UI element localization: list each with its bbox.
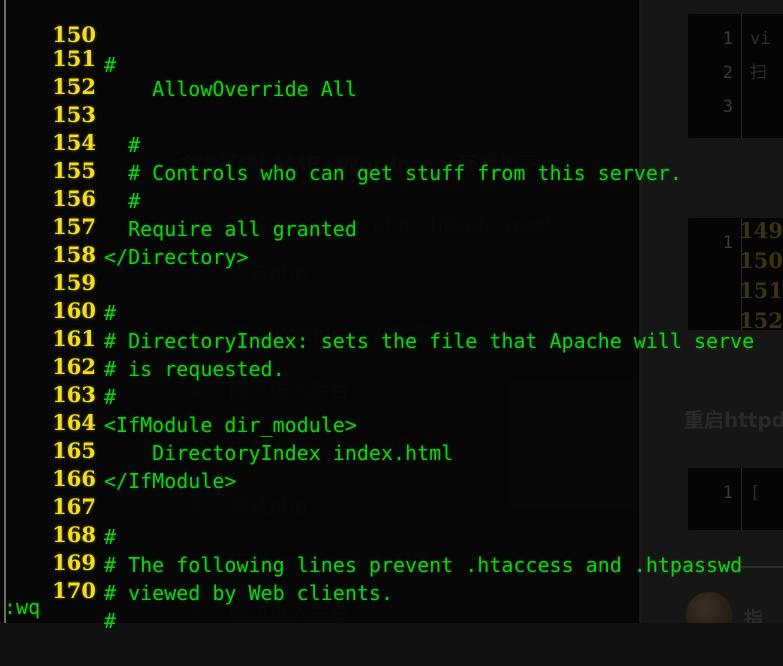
bg-code-line-number: 1 — [722, 483, 733, 503]
terminal-right-edge — [639, 0, 640, 623]
bg-avatar-label: 指 — [744, 608, 764, 623]
bg-ghost-line-numbers: 149 150 151 152 — [739, 216, 783, 336]
bg-code-block: 1 [ — [688, 468, 783, 530]
bg-code-line: 扫 — [750, 63, 767, 83]
bg-code-line-number: 1 — [722, 233, 733, 253]
bg-ghost-line-number: 149 — [739, 218, 783, 243]
bg-code-line: [ — [750, 483, 761, 503]
terminal-window[interactable] — [0, 0, 640, 623]
bg-code-body: vi 扫 — [750, 22, 783, 138]
bg-ghost-line-number: 152 — [739, 308, 783, 333]
bg-code-line: vi — [750, 29, 771, 49]
bg-ghost-line-number: 151 — [739, 278, 783, 303]
bg-divider — [740, 566, 783, 568]
bg-panel-edge-col — [640, 0, 641, 623]
bg-side-heading: 重启httpd — [684, 408, 783, 432]
terminal-left-rail — [4, 0, 6, 623]
bg-code-block: 1 2 3 vi 扫 — [688, 14, 783, 138]
bg-code-gutter: 1 — [688, 468, 742, 530]
bg-code-line-number: 1 — [722, 29, 733, 49]
bg-ghost-line-number: 150 — [739, 248, 783, 273]
bg-code-gutter: 1 2 3 — [688, 14, 742, 138]
bg-code-line-number: 3 — [722, 97, 733, 117]
avatar — [686, 592, 732, 623]
bg-code-gutter: 1 — [688, 218, 742, 330]
bg-code-line-number: 2 — [722, 63, 733, 83]
bg-code-body: [ — [750, 476, 783, 530]
